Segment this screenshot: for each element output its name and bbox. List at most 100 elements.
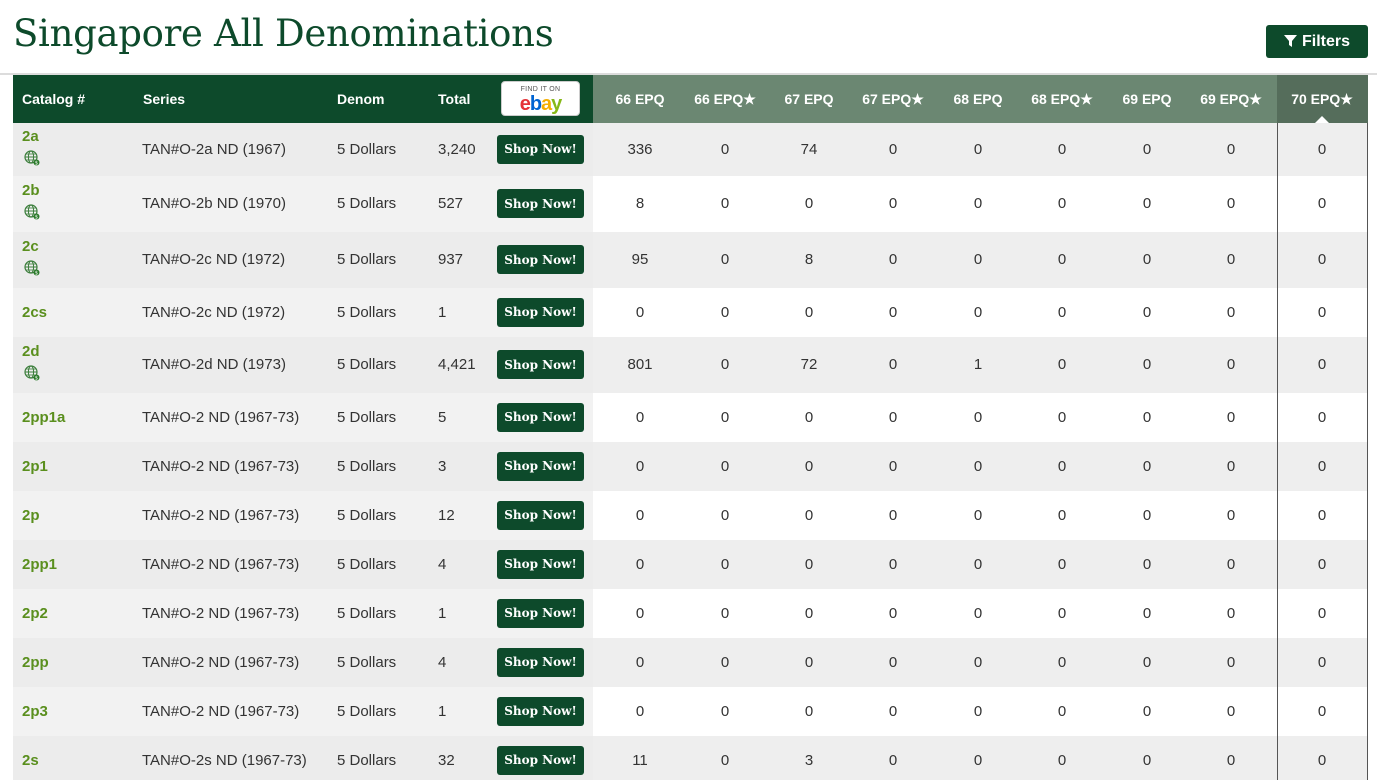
grade-count-cell[interactable]: 0 [779, 556, 839, 573]
grade-count-cell[interactable]: 0 [1117, 409, 1177, 426]
catalog-link[interactable]: 2pp1 [22, 556, 57, 573]
catalog-link[interactable]: 2cs [22, 304, 47, 321]
grade-count-cell[interactable]: 0 [610, 556, 670, 573]
grade-count-cell[interactable]: 0 [948, 556, 1008, 573]
total-cell[interactable]: 4 [438, 654, 446, 671]
shop-now-button[interactable]: Shop Now! [497, 297, 584, 327]
ebay-logo[interactable]: FIND IT ON ebay [501, 81, 580, 116]
grade-count-cell[interactable]: 0 [1117, 654, 1177, 671]
grade-count-cell[interactable]: 0 [1032, 304, 1092, 321]
grade-count-cell[interactable]: 336 [610, 141, 670, 158]
grade-count-cell[interactable]: 0 [863, 458, 923, 475]
grade-count-cell[interactable]: 8 [610, 195, 670, 212]
grade-count-cell[interactable]: 0 [779, 409, 839, 426]
grade-count-cell[interactable]: 0 [1032, 556, 1092, 573]
grade-count-cell[interactable]: 0 [695, 251, 755, 268]
grade-count-cell[interactable]: 0 [863, 195, 923, 212]
grade-count-cell[interactable]: 0 [1201, 409, 1261, 426]
grade-count-cell[interactable]: 0 [1292, 703, 1352, 720]
grade-count-cell[interactable]: 0 [610, 654, 670, 671]
grade-count-cell[interactable]: 0 [695, 195, 755, 212]
shop-now-button[interactable]: Shop Now! [497, 549, 584, 579]
total-cell[interactable]: 3 [438, 458, 446, 475]
grade-count-cell[interactable]: 0 [1201, 605, 1261, 622]
col-header-series[interactable]: Series [143, 75, 185, 123]
grade-count-cell[interactable]: 0 [610, 703, 670, 720]
filters-button[interactable]: Filters [1266, 25, 1368, 58]
grade-count-cell[interactable]: 0 [1117, 458, 1177, 475]
col-header-denom[interactable]: Denom [337, 75, 384, 123]
grade-count-cell[interactable]: 0 [1032, 458, 1092, 475]
grade-count-cell[interactable]: 0 [863, 409, 923, 426]
total-cell[interactable]: 1 [438, 304, 446, 321]
catalog-link[interactable]: 2p [22, 507, 40, 524]
grade-count-cell[interactable]: 0 [863, 605, 923, 622]
grade-count-cell[interactable]: 0 [779, 654, 839, 671]
grade-count-cell[interactable]: 72 [779, 356, 839, 373]
catalog-link[interactable]: 2p2 [22, 605, 48, 622]
grade-count-cell[interactable]: 0 [948, 458, 1008, 475]
grade-count-cell[interactable]: 0 [1201, 458, 1261, 475]
grade-count-cell[interactable]: 0 [948, 703, 1008, 720]
col-header-grade[interactable]: 66 EPQ [600, 75, 680, 123]
grade-count-cell[interactable]: 0 [1032, 251, 1092, 268]
grade-count-cell[interactable]: 0 [695, 458, 755, 475]
grade-count-cell[interactable]: 0 [695, 507, 755, 524]
grade-count-cell[interactable]: 0 [948, 195, 1008, 212]
shop-now-button[interactable]: Shop Now! [497, 598, 584, 628]
shop-now-button[interactable]: Shop Now! [497, 245, 584, 274]
grade-count-cell[interactable]: 0 [1292, 556, 1352, 573]
catalog-link[interactable]: 2s [22, 752, 39, 769]
shop-now-button[interactable]: Shop Now! [497, 451, 584, 481]
grade-count-cell[interactable]: 0 [1032, 703, 1092, 720]
grade-count-cell[interactable]: 0 [779, 605, 839, 622]
col-header-grade[interactable]: 66 EPQ★ [685, 75, 765, 123]
grade-count-cell[interactable]: 0 [1201, 654, 1261, 671]
col-header-grade[interactable]: 69 EPQ★ [1191, 75, 1271, 123]
grade-count-cell[interactable]: 0 [948, 304, 1008, 321]
grade-count-cell[interactable]: 74 [779, 141, 839, 158]
total-cell[interactable]: 4,421 [438, 356, 476, 373]
grade-count-cell[interactable]: 0 [610, 458, 670, 475]
grade-count-cell[interactable]: 0 [1292, 507, 1352, 524]
grade-count-cell[interactable]: 0 [1201, 304, 1261, 321]
grade-count-cell[interactable]: 0 [863, 752, 923, 769]
grade-count-cell[interactable]: 0 [948, 605, 1008, 622]
grade-count-cell[interactable]: 0 [863, 251, 923, 268]
grade-count-cell[interactable]: 0 [779, 507, 839, 524]
total-cell[interactable]: 527 [438, 195, 463, 212]
grade-count-cell[interactable]: 0 [1117, 507, 1177, 524]
grade-count-cell[interactable]: 0 [1201, 356, 1261, 373]
grade-count-cell[interactable]: 0 [1117, 703, 1177, 720]
shop-now-button[interactable]: Shop Now! [497, 350, 584, 379]
total-cell[interactable]: 1 [438, 703, 446, 720]
grade-count-cell[interactable]: 0 [1201, 251, 1261, 268]
shop-now-button[interactable]: Shop Now! [497, 500, 584, 530]
grade-count-cell[interactable]: 0 [1292, 752, 1352, 769]
grade-count-cell[interactable]: 0 [1032, 409, 1092, 426]
grade-count-cell[interactable]: 0 [1032, 141, 1092, 158]
catalog-link[interactable]: 2a [22, 128, 39, 145]
grade-count-cell[interactable]: 0 [1201, 556, 1261, 573]
total-cell[interactable]: 937 [438, 251, 463, 268]
grade-count-cell[interactable]: 0 [1292, 141, 1352, 158]
shop-now-button[interactable]: Shop Now! [497, 696, 584, 726]
grade-count-cell[interactable]: 0 [863, 507, 923, 524]
grade-count-cell[interactable]: 0 [1032, 356, 1092, 373]
grade-count-cell[interactable]: 95 [610, 251, 670, 268]
grade-count-cell[interactable]: 0 [1032, 507, 1092, 524]
grade-count-cell[interactable]: 0 [948, 752, 1008, 769]
grade-count-cell[interactable]: 0 [1117, 605, 1177, 622]
shop-now-button[interactable]: Shop Now! [497, 647, 584, 677]
world-currency-icon[interactable]: $ [24, 365, 40, 381]
col-header-grade[interactable]: 69 EPQ [1107, 75, 1187, 123]
grade-count-cell[interactable]: 0 [779, 195, 839, 212]
grade-count-cell[interactable]: 0 [1117, 251, 1177, 268]
grade-count-cell[interactable]: 0 [1032, 195, 1092, 212]
grade-count-cell[interactable]: 0 [1032, 654, 1092, 671]
grade-count-cell[interactable]: 0 [695, 356, 755, 373]
shop-now-button[interactable]: Shop Now! [497, 745, 584, 775]
catalog-link[interactable]: 2c [22, 238, 39, 255]
col-header-total[interactable]: Total [438, 75, 470, 123]
grade-count-cell[interactable]: 0 [610, 605, 670, 622]
